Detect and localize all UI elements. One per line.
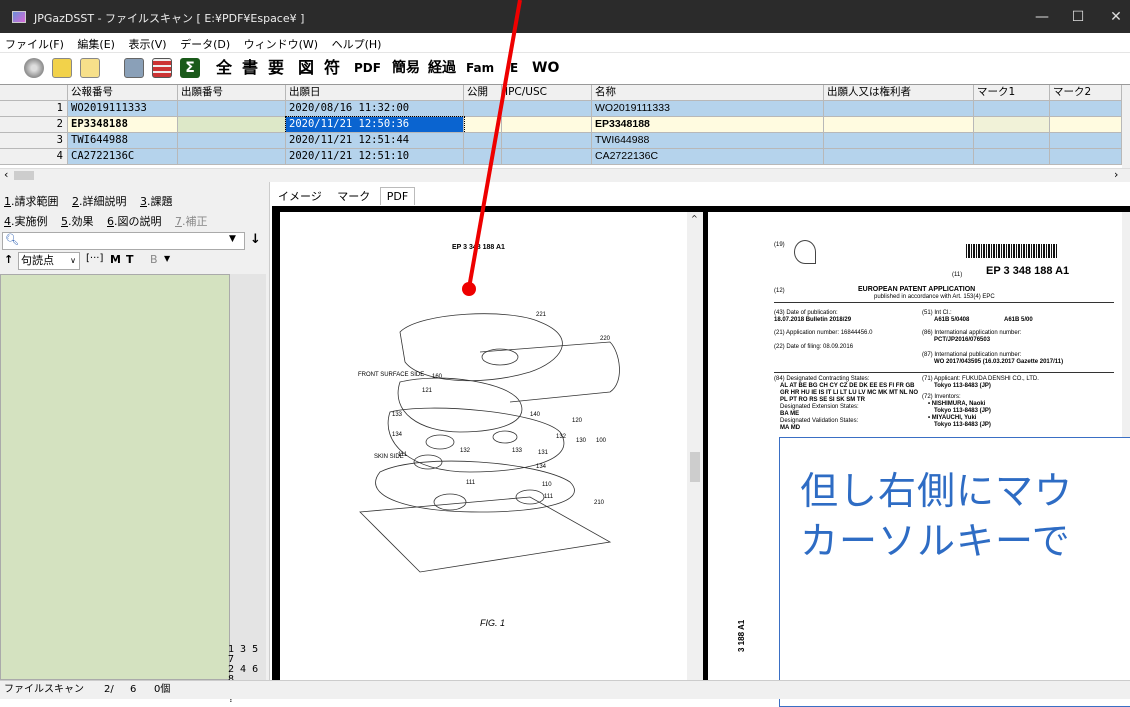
- status-bar: ファイルスキャン 2/ 6 0個: [0, 680, 1130, 699]
- status-label: ファイルスキャン: [4, 684, 84, 695]
- status-position: 2/: [104, 684, 114, 695]
- status-count: 0個: [154, 684, 171, 695]
- pointer-dot: [462, 282, 476, 296]
- annotation-arrow: [467, 0, 522, 289]
- status-total: 6: [130, 684, 137, 695]
